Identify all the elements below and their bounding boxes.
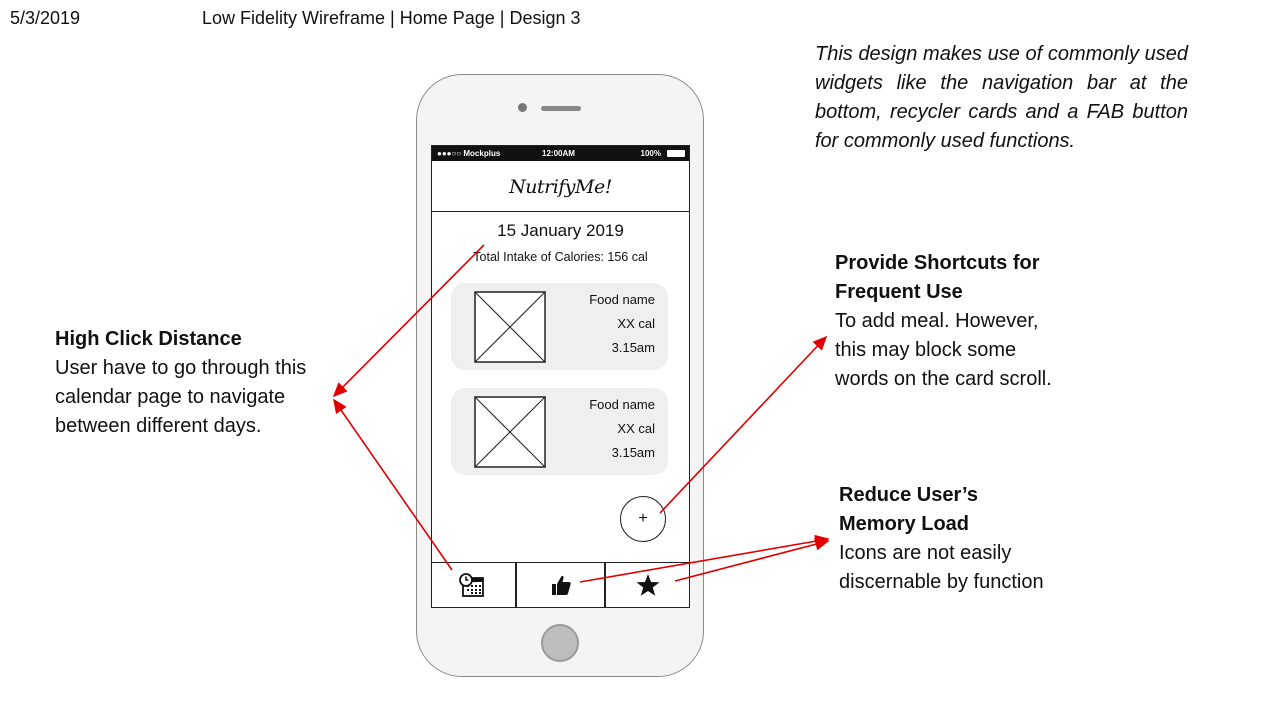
signal-carrier: ●●●○○ Mockplus (437, 149, 501, 158)
note-title: High Click Distance (55, 328, 242, 350)
star-icon[interactable] (633, 570, 663, 600)
note-title: Reduce User’s (839, 484, 978, 506)
camera-icon (518, 103, 527, 112)
status-time: 12:00AM (542, 149, 575, 158)
meal-card-text: Food name XX cal 3.15am (545, 393, 655, 465)
battery-icon (667, 150, 685, 157)
food-image-placeholder (474, 291, 546, 363)
food-name: Food name (589, 292, 655, 307)
home-button[interactable] (541, 624, 579, 662)
food-time: 3.15am (611, 445, 655, 460)
food-calories: XX cal (617, 421, 655, 436)
note-title: Frequent Use (835, 281, 963, 303)
status-bar: ●●●○○ Mockplus 12:00AM 100% (432, 146, 689, 161)
food-calories: XX cal (617, 316, 655, 331)
selected-date: 15 January 2019 (497, 221, 624, 240)
app-title: NutrifyMe! (432, 161, 689, 212)
calendar-icon[interactable] (457, 570, 487, 600)
note-memory-load: Reduce User’s Memory Load Icons are not … (839, 481, 1089, 597)
note-shortcuts: Provide Shortcuts for Frequent Use To ad… (835, 249, 1060, 394)
food-name: Food name (589, 397, 655, 412)
meal-card-text: Food name XX cal 3.15am (545, 288, 655, 360)
food-time: 3.15am (611, 340, 655, 355)
thumbs-up-icon[interactable] (546, 570, 576, 600)
add-meal-fab[interactable]: + (620, 496, 666, 542)
slide-title: Low Fidelity Wireframe | Home Page | Des… (202, 8, 581, 28)
note-body: Icons are not easily discernable by func… (839, 542, 1044, 593)
battery-percent: 100% (640, 149, 661, 158)
total-calories: Total Intake of Calories: 156 cal (473, 250, 648, 264)
slide-date: 5/3/2019 (10, 8, 81, 28)
design-description: This design makes use of commonly used w… (815, 43, 1188, 152)
food-image-placeholder (474, 396, 546, 468)
nav-divider (604, 562, 606, 607)
note-body: To add meal. However, this may block som… (835, 310, 1052, 390)
speaker-grille (541, 106, 581, 111)
nav-divider (515, 562, 517, 607)
note-title: Memory Load (839, 513, 970, 535)
note-click-distance: High Click Distance User have to go thro… (55, 325, 330, 441)
note-title: Provide Shortcuts for (835, 252, 1040, 274)
note-body: User have to go through this calendar pa… (55, 357, 307, 437)
